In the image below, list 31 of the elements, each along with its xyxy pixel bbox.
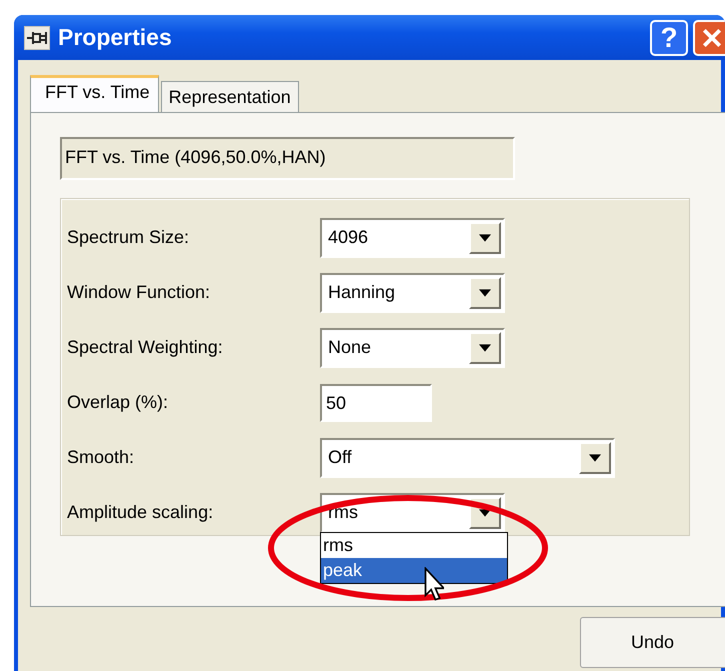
tab[interactable]: Representation: [160, 81, 299, 112]
caret-icon: [479, 288, 491, 296]
window-title: Properties: [58, 24, 172, 51]
close-icon: [701, 26, 723, 48]
field-label: Amplitude scaling:: [67, 502, 214, 523]
field-label: Window Function:: [67, 282, 212, 303]
help-button[interactable]: ?: [650, 20, 688, 56]
field-label: Smooth:: [67, 447, 136, 468]
caret-icon: [589, 454, 601, 462]
tab[interactable]: FFT vs. Time: [30, 75, 159, 112]
description-field: FFT vs. Time (4096,50.0%,HAN): [60, 137, 515, 180]
dropdown[interactable]: 4096: [320, 218, 505, 258]
dropdown-button[interactable]: [469, 276, 501, 308]
field-label: Spectral Weighting:: [67, 337, 224, 358]
dropdown[interactable]: Off: [320, 438, 615, 478]
dropdown-button[interactable]: [469, 222, 501, 254]
field-label: Spectrum Size:: [67, 227, 190, 248]
caret-icon: [479, 508, 491, 516]
dropdown-button[interactable]: [469, 332, 501, 364]
dropdown-option[interactable]: peak: [321, 558, 507, 582]
caret-icon: [479, 234, 491, 242]
field-label: Overlap (%):: [67, 392, 170, 413]
dropdown-option[interactable]: rms: [321, 532, 507, 558]
pushpin-icon: [24, 26, 50, 50]
close-button[interactable]: [693, 20, 725, 56]
dropdown[interactable]: None: [320, 328, 505, 368]
input-field[interactable]: 50: [320, 384, 432, 422]
dropdown[interactable]: Hanning: [320, 272, 505, 312]
dropdown-button[interactable]: [579, 442, 611, 474]
undo-button[interactable]: Undo: [580, 617, 725, 668]
caret-icon: [479, 344, 491, 352]
